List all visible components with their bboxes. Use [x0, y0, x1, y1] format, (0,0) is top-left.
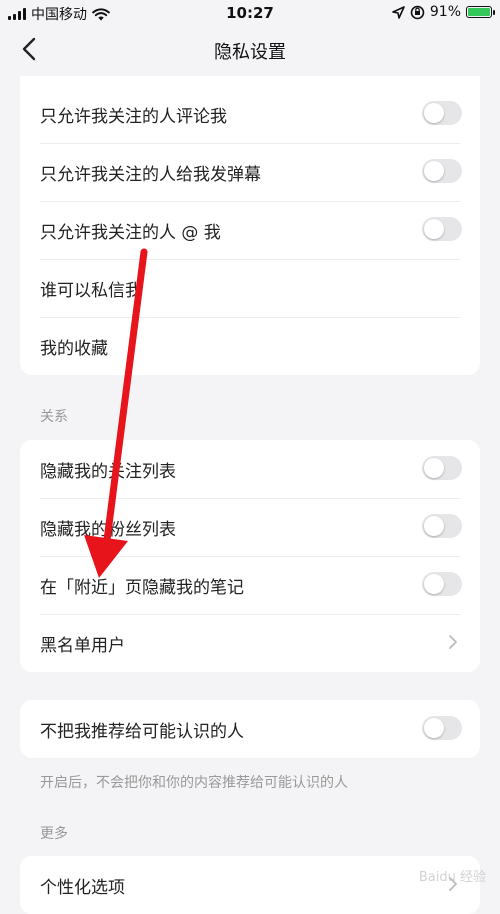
- orientation-lock-icon: [410, 5, 425, 19]
- toggle-knob: [424, 516, 444, 536]
- settings-row[interactable]: 只允许我关注的人评论我: [20, 85, 480, 143]
- settings-row-label: 隐藏我的关注列表: [40, 461, 176, 482]
- toggle-knob: [424, 718, 444, 738]
- settings-row[interactable]: 隐藏我的粉丝列表: [20, 498, 480, 556]
- settings-row-label: 只允许我关注的人评论我: [40, 106, 227, 127]
- battery-percent: 91%: [429, 4, 461, 20]
- settings-row-label: 不把我推荐给可能认识的人: [40, 721, 244, 742]
- settings-row[interactable]: 只允许我关注的人给我发弹幕: [20, 143, 480, 201]
- baidu-watermark: Baidu 经验: [418, 870, 486, 885]
- settings-row-label: 在「附近」页隐藏我的笔记: [40, 577, 244, 598]
- toggle-knob: [424, 103, 444, 123]
- battery-level: [468, 8, 490, 16]
- toggle-knob: [424, 219, 444, 239]
- toggle-switch[interactable]: [422, 572, 462, 596]
- nav-bar: 隐私设置: [0, 28, 500, 72]
- recommendation-settings-card: 不把我推荐给可能认识的人: [20, 700, 480, 758]
- settings-row[interactable]: 我的收藏: [20, 317, 480, 375]
- settings-row[interactable]: 不把我推荐给可能认识的人: [20, 700, 480, 758]
- battery-icon: [466, 6, 495, 18]
- toggle-switch[interactable]: [422, 514, 462, 538]
- toggle-knob: [424, 161, 444, 181]
- toggle-switch[interactable]: [422, 159, 462, 183]
- settings-row-label: 黑名单用户: [40, 635, 125, 656]
- section-label-relation: 关系: [40, 409, 68, 425]
- toggle-switch[interactable]: [422, 456, 462, 480]
- settings-row[interactable]: 黑名单用户: [20, 614, 480, 672]
- settings-row-label: 只允许我关注的人 @ 我: [40, 222, 221, 243]
- settings-row[interactable]: 个性化选项: [20, 856, 480, 914]
- recommendation-footnote: 开启后，不会把你和你的内容推荐给可能认识的人: [40, 775, 348, 791]
- settings-row[interactable]: 谁可以私信我: [20, 259, 480, 317]
- toggle-knob: [424, 458, 444, 478]
- toggle-switch[interactable]: [422, 217, 462, 241]
- relation-settings-card: 隐藏我的关注列表 隐藏我的粉丝列表在「附近」页隐藏我的笔记 黑名单用户: [20, 440, 480, 672]
- chevron-right-icon: [449, 635, 457, 649]
- section-label-more: 更多: [40, 826, 68, 842]
- location-icon: [392, 5, 405, 19]
- toggle-knob: [424, 574, 444, 594]
- settings-row[interactable]: 隐藏我的关注列表: [20, 440, 480, 498]
- toggle-switch[interactable]: [422, 716, 462, 740]
- status-bar: 中国移动 10:27 91%: [0, 0, 500, 28]
- toggle-switch[interactable]: [422, 101, 462, 125]
- settings-row-label: 我的收藏: [40, 338, 108, 359]
- settings-row-label: 只允许我关注的人给我发弹幕: [40, 164, 261, 185]
- settings-row-label: 隐藏我的粉丝列表: [40, 519, 176, 540]
- settings-row-label: 谁可以私信我: [40, 280, 142, 301]
- page-title: 隐私设置: [214, 42, 286, 63]
- settings-row[interactable]: 只允许我关注的人 @ 我: [20, 201, 480, 259]
- more-settings-card: 个性化选项: [20, 856, 480, 914]
- settings-row[interactable]: 在「附近」页隐藏我的笔记: [20, 556, 480, 614]
- interaction-settings-card: 只允许我关注的人评论我只允许我关注的人给我发弹幕 只允许我关注的人 @ 我谁可以私…: [20, 76, 480, 375]
- settings-row-label: 个性化选项: [40, 877, 125, 898]
